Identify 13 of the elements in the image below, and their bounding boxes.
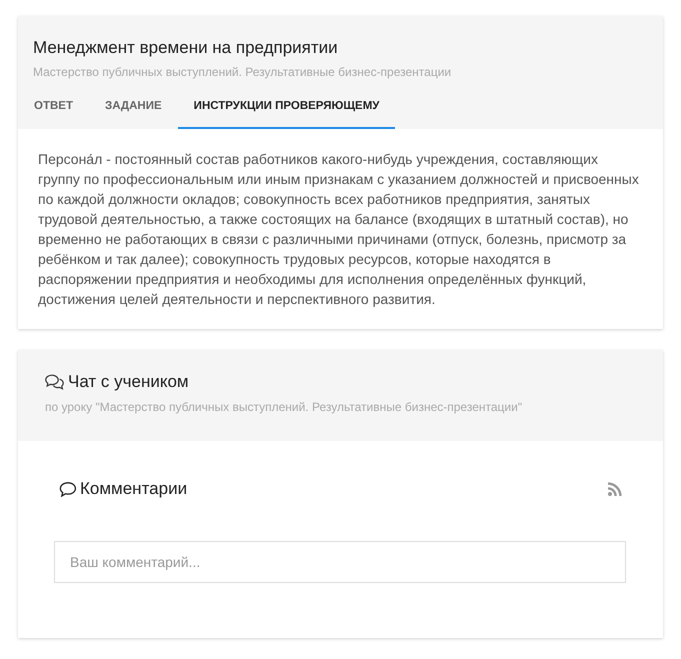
comment-field[interactable]: Ваш комментарий... <box>54 541 626 583</box>
instructions-text: Персона́л - постоянный состав работников какого-нибудь учреждения, составляющих группу по профессиональным или иным признакам с указанием должностей и присвоенных по каждой должности окладов; совокупность всех работников предприятия, занятых трудовой деятельностью, а также состоящих на балансе (входящих в штатный состав), но временно не работающих в связи с различными причинами (отпуск, болезнь, присмотр за ребёнком и так далее); совокупность трудовых ресурсов, которые находятся в распоряжении предприятия и необходимы для исполнения определённых функций, достижения целей деятельности и перспективного развития. <box>37 150 640 309</box>
tab[interactable]: ЗАДАНИЕ <box>88 85 178 129</box>
speech-bubbles-icon <box>45 374 64 390</box>
task-subtitle: Мастерство публичных выступлений. Результативные бизнес-презентации <box>33 64 452 81</box>
tab[interactable]: ИНСТРУКЦИИ ПРОВЕРЯЮЩЕМУ <box>178 85 396 129</box>
chat-subtitle: по уроку "Мастерство публичных выступлений. Результативные бизнес-презентации" <box>45 399 522 416</box>
task-title: Менеджмент времени на предприятии <box>33 37 338 59</box>
comments-title: Комментарии <box>80 478 188 500</box>
tab[interactable]: ОТВЕТ <box>18 85 89 129</box>
chat-title: Чат с учеником <box>68 371 189 393</box>
rss-icon[interactable] <box>608 482 622 496</box>
speech-bubble-icon <box>59 482 76 496</box>
